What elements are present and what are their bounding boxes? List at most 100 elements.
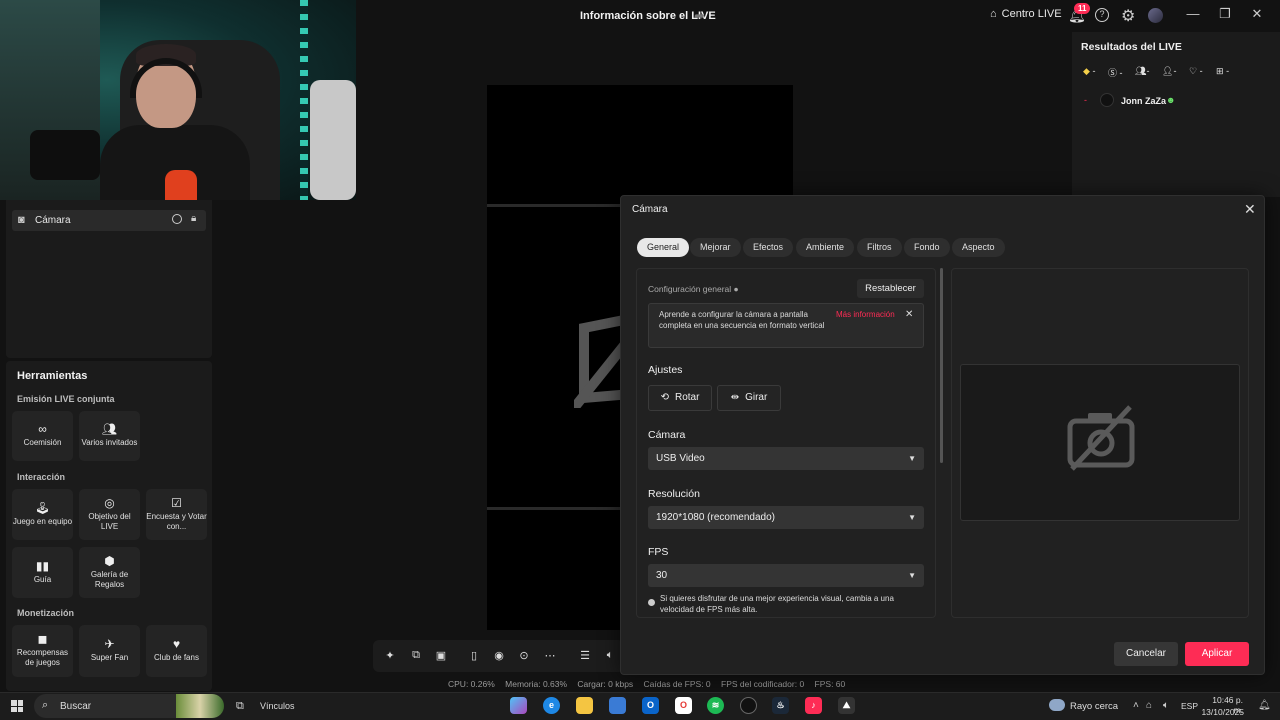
viewer-avatar[interactable] [1100, 93, 1114, 107]
encoder-fps-stat: FPS del codificador: 0 [721, 679, 805, 689]
lock-icon[interactable]: 🔒︎ [191, 213, 196, 224]
notification-icon[interactable]: 🔔︎ [1258, 700, 1271, 711]
clock-date[interactable]: 13/10/2025 [1200, 707, 1244, 717]
folder-icon[interactable] [576, 697, 593, 714]
section-interaction: Interacción [17, 472, 66, 482]
rotate-button[interactable]: ⟲ Rotar [648, 385, 712, 411]
home-icon: ⌂ [990, 8, 997, 20]
record-icon[interactable]: ◉ [491, 649, 507, 662]
close-icon[interactable]: ✕ [1247, 6, 1267, 22]
tool-super-fan[interactable]: ✈ Super Fan [79, 625, 140, 677]
rocket-icon: ✈ [104, 637, 115, 651]
help-icon[interactable]: ? [1095, 8, 1109, 22]
volume-icon[interactable]: 🔈︎ [1163, 700, 1169, 711]
tab-general[interactable]: General [637, 238, 690, 257]
alien-icon: ☻ [1166, 95, 1176, 105]
tab-efectos[interactable]: Efectos [743, 238, 794, 257]
search-icon: ⌕ [42, 699, 49, 711]
language-indicator[interactable]: ESP [1181, 701, 1198, 711]
gear-icon[interactable]: ⚙ [1121, 6, 1135, 26]
gifts-stat: ⊞ - [1216, 66, 1230, 76]
fps-hint: Si quieres disfrutar de una mejor experi… [660, 594, 894, 614]
heart-icon: ♡ [1189, 66, 1198, 76]
tab-aspecto[interactable]: Aspecto [952, 238, 1005, 257]
info-link[interactable]: Más información [836, 310, 895, 319]
status-bar: CPU: 0.26% Memoria: 0.63% Cargar: 0 kbps… [448, 679, 853, 689]
tool-game-rewards[interactable]: ◼ Recompensas de juegos [12, 625, 73, 677]
reset-button[interactable]: Restablecer [857, 279, 924, 298]
followers-stat: 👤︎- [1162, 66, 1177, 76]
maximize-icon[interactable]: ❐ [1215, 6, 1235, 22]
flip-icon: ⇹ [730, 392, 740, 403]
tool-multi-guests[interactable]: 👥︎ Varios invitados [79, 411, 140, 461]
tab-fondo[interactable]: Fondo [904, 238, 950, 257]
tool-team-game[interactable]: 🕹︎ Juego en equipo [12, 489, 73, 540]
store-icon[interactable] [609, 697, 626, 714]
scrollbar[interactable] [940, 268, 943, 463]
chevron-down-icon: ▼ [908, 513, 916, 522]
tool-guide[interactable]: ▮▮ Guía [12, 547, 73, 598]
task-view-icon[interactable]: ⧉ [236, 700, 244, 713]
minimize-icon[interactable]: — [1183, 6, 1203, 21]
tab-filtros[interactable]: Filtros [857, 238, 902, 257]
resolution-select[interactable]: 1920*1080 (recomendado) ▼ [648, 506, 924, 529]
tool-gift-gallery[interactable]: ⬢ Galería de Regalos [79, 547, 140, 598]
magic-wand-icon[interactable]: ✦ [382, 649, 398, 662]
tab-mejorar[interactable]: Mejorar [690, 238, 741, 257]
outlook-icon[interactable]: O [642, 697, 659, 714]
close-icon[interactable]: ✕ [905, 309, 913, 320]
tool-poll[interactable]: ☑ Encuesta y Votar con... [146, 489, 207, 540]
edge-icon[interactable]: e [543, 697, 560, 714]
sliders-icon[interactable]: ☰ [577, 649, 593, 662]
more-icon[interactable]: ⋯ [542, 649, 558, 662]
tab-ambiente[interactable]: Ambiente [796, 238, 855, 257]
tool-live-goal[interactable]: ◎ Objetivo del LIVE [79, 489, 140, 540]
fps-select[interactable]: 30 ▼ [648, 564, 924, 587]
chevron-up-icon[interactable]: ˄ [1133, 700, 1139, 711]
tool-fan-club[interactable]: ♥ Club de fans [146, 625, 207, 677]
camera-label: Cámara [648, 429, 686, 441]
spotify-icon[interactable]: ≋ [707, 697, 724, 714]
camera-select[interactable]: USB Video ▼ [648, 447, 924, 470]
phone-icon[interactable]: ▯ [466, 649, 482, 662]
rotate-icon: ⟲ [660, 392, 669, 403]
flip-button[interactable]: ⇹ Girar [717, 385, 781, 411]
cloud-icon[interactable] [1049, 699, 1065, 711]
cancel-button[interactable]: Cancelar [1114, 642, 1178, 666]
gift-icon: ⊞ [1216, 66, 1224, 76]
close-icon[interactable]: ✕ [1244, 201, 1256, 218]
diamond-stat: ◆ - [1083, 66, 1096, 76]
dialog-title: Cámara [632, 204, 668, 215]
users-icon: 👥︎ [101, 422, 118, 436]
windows-icon[interactable] [11, 700, 23, 712]
source-label: Cámara [35, 215, 71, 226]
avatar[interactable] [1148, 8, 1163, 23]
fps-label: FPS [648, 546, 669, 558]
volume-icon[interactable]: 🔈︎ [602, 649, 618, 662]
apply-button[interactable]: Aplicar [1185, 642, 1249, 666]
bag-icon: ◼ [37, 632, 48, 646]
opera-icon[interactable]: O [675, 697, 692, 714]
book-icon: ▮▮ [35, 558, 50, 573]
tool-comission[interactable]: ∞ Coemisión [12, 411, 73, 461]
copilot-icon[interactable] [510, 697, 527, 714]
live-center-button[interactable]: ⌂ Centro LIVE [990, 8, 1062, 20]
screen-icon[interactable]: ▣ [433, 649, 449, 662]
focus-icon[interactable]: ⊙ [516, 649, 532, 662]
fps-drops-stat: Caídas de FPS: 0 [643, 679, 711, 689]
app-icon[interactable]: ⛰ [838, 697, 855, 714]
layout-icon[interactable]: ⧉ [408, 649, 424, 662]
links-toolbar[interactable]: Vínculos [260, 701, 295, 711]
obs-icon[interactable] [740, 697, 757, 714]
weather-label[interactable]: Rayo cerca [1070, 701, 1118, 712]
viewer-name[interactable]: Jonn ZaZa [1121, 96, 1166, 106]
viewer-rank: - [1084, 95, 1087, 105]
steam-icon[interactable]: ♨ [772, 697, 789, 714]
search-highlight-image[interactable] [176, 694, 224, 718]
tiktok-live-icon[interactable]: ♪ [805, 697, 822, 714]
camera-off-icon [1066, 405, 1136, 474]
network-icon[interactable]: ⌂ [1146, 700, 1152, 711]
users-icon: 👥︎ [1135, 66, 1147, 76]
visibility-icon[interactable] [172, 214, 182, 224]
share-icon[interactable]: ➦ [694, 8, 705, 24]
